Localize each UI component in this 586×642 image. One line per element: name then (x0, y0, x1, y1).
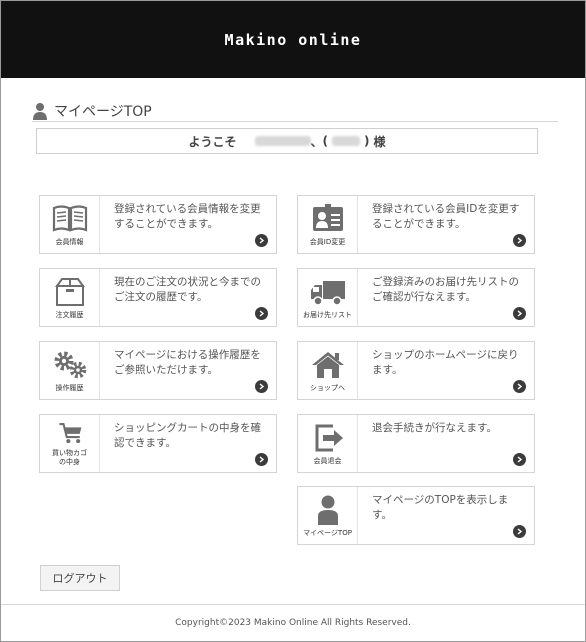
arrow-right-icon[interactable] (255, 453, 268, 466)
redacted-id (332, 136, 360, 146)
arrow-right-icon[interactable] (513, 453, 526, 466)
card-icon-label: 会員退会 (313, 456, 342, 465)
exit-icon (315, 424, 343, 451)
site-logo[interactable]: Makino online (225, 31, 362, 49)
arrow-right-icon[interactable] (513, 380, 526, 393)
welcome-open-paren: ( (322, 134, 328, 148)
card-operation-history[interactable]: 操作履歴 マイページにおける操作履歴をご参照いただけます。 (39, 341, 277, 400)
logout-button[interactable]: ログアウト (40, 565, 120, 591)
card-mypage-top[interactable]: マイページTOP マイページのTOPを表示します。 (297, 486, 535, 545)
card-icon-label: マイページTOP (303, 528, 352, 537)
arrow-right-icon[interactable] (513, 234, 526, 247)
box-icon (54, 277, 85, 306)
card-description: 登録されている会員情報を変更することができます。 (114, 203, 261, 230)
card-shop[interactable]: ショップへ ショップのホームページに戻ります。 (297, 341, 535, 400)
card-icon-label: 操作履歴 (55, 383, 84, 392)
card-icon-label: 注文履歴 (55, 310, 84, 319)
person-icon (317, 495, 338, 525)
page-title: マイページTOP (54, 103, 152, 120)
page-title-row: マイページTOP (32, 100, 558, 122)
card-withdraw[interactable]: 会員退会 退会手続きが行なえます。 (297, 414, 535, 473)
arrow-right-icon[interactable] (255, 307, 268, 320)
card-icon-box: 注文履歴 (40, 269, 100, 326)
redacted-name (254, 136, 311, 146)
welcome-close-paren: ) (364, 134, 370, 148)
welcome-banner: ようこそ 、 ( ) 様 (36, 128, 538, 154)
card-description: 登録されている会員IDを変更することができます。 (372, 203, 520, 230)
card-description: 退会手続きが行なえます。 (372, 422, 497, 434)
arrow-right-icon[interactable] (513, 525, 526, 538)
card-icon-label: 会員ID変更 (309, 237, 346, 246)
site-header: Makino online (1, 1, 585, 78)
arrow-right-icon[interactable] (255, 380, 268, 393)
id-card-icon (312, 203, 343, 231)
user-icon (33, 102, 47, 120)
card-icon-label-line1: 買い物カゴ (52, 449, 87, 457)
card-icon-box: 会員退会 (298, 415, 358, 472)
card-icon-label-line2: の中身 (59, 458, 80, 466)
welcome-suffix: 様 (373, 134, 386, 149)
welcome-prefix: ようこそ (188, 134, 237, 149)
cart-icon (58, 423, 81, 444)
card-icon-box: お届け先リスト (298, 269, 358, 326)
card-shopping-cart[interactable]: 買い物カゴ の中身 ショッピングカートの中身を確認できます。 (39, 414, 277, 473)
copyright-text: Copyright©2023 Makino Online All Rights … (175, 618, 411, 628)
card-icon-label: 買い物カゴ の中身 (52, 449, 87, 467)
card-icon-label: 会員情報 (55, 237, 84, 246)
card-member-id-change[interactable]: 会員ID変更 登録されている会員IDを変更することができます。 (297, 195, 535, 254)
book-icon (52, 204, 87, 232)
site-footer: Copyright©2023 Makino Online All Rights … (1, 604, 585, 641)
card-icon-box: マイページTOP (298, 487, 358, 544)
card-description: マイページのTOPを表示します。 (372, 494, 509, 521)
welcome-comma: 、 (310, 134, 323, 149)
card-order-history[interactable]: 注文履歴 現在のご注文の状況と今までのご注文の履歴です。 (39, 268, 277, 327)
gears-icon (54, 351, 86, 378)
card-icon-box: ショップへ (298, 342, 358, 399)
card-icon-box: 会員情報 (40, 196, 100, 253)
card-icon-label: お届け先リスト (303, 310, 352, 319)
card-icon-box: 買い物カゴ の中身 (40, 415, 100, 472)
home-icon (311, 351, 344, 378)
card-member-info[interactable]: 会員情報 登録されている会員情報を変更することができます。 (39, 195, 277, 254)
arrow-right-icon[interactable] (255, 234, 268, 247)
card-icon-box: 会員ID変更 (298, 196, 358, 253)
truck-icon (310, 280, 345, 306)
arrow-right-icon[interactable] (513, 307, 526, 320)
card-icon-box: 操作履歴 (40, 342, 100, 399)
card-description: ショップのホームページに戻ります。 (372, 349, 519, 376)
card-description: ご登録済みのお届け先リストのご確認が行なえます。 (372, 276, 519, 303)
card-delivery-list[interactable]: お届け先リスト ご登録済みのお届け先リストのご確認が行なえます。 (297, 268, 535, 327)
card-icon-label: ショップへ (310, 383, 345, 392)
card-description: マイページにおける操作履歴をご参照いただけます。 (114, 349, 261, 376)
card-description: ショッピングカートの中身を確認できます。 (114, 422, 261, 449)
card-description: 現在のご注文の状況と今までのご注文の履歴です。 (114, 276, 261, 303)
